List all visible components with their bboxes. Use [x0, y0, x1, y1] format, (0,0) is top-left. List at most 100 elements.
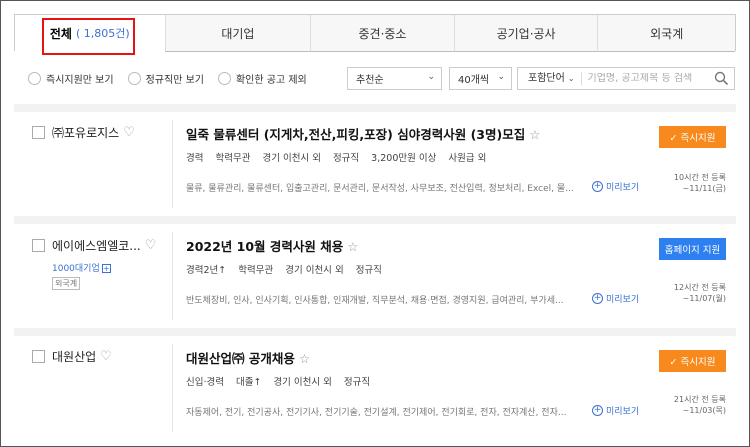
top1000-label: 1000대기업	[52, 264, 100, 274]
meta-position: 사원급 외	[448, 153, 487, 164]
chevron-down-icon: ⌄	[567, 74, 575, 83]
company-name[interactable]: 에이에스엠엘코...	[52, 237, 141, 254]
company-block: 에이에스엠엘코... ♡	[32, 237, 156, 254]
heart-icon[interactable]: ♡	[145, 238, 157, 253]
job-title-text: 일죽 물류센터 (지게차,전산,피킹,포장) 심야경력사원 (3명)모집	[186, 127, 526, 142]
section-divider	[14, 104, 736, 112]
posted-info: 21시간 전 등록 ~11/03(목)	[626, 394, 726, 416]
instant-apply-label: 즉시지원만 보기	[46, 74, 114, 86]
job-list-item: 에이에스엠엘코... ♡ 1000대기업 + 외국계 2022년 10월 경력사원…	[14, 224, 736, 328]
search-icon[interactable]	[714, 71, 729, 90]
column-divider	[172, 120, 173, 208]
deadline: ~11/03(목)	[682, 406, 726, 415]
star-icon[interactable]: ☆	[299, 351, 310, 366]
tab-all[interactable]: 전체 ( 1,805건)	[15, 15, 165, 52]
radio-circle	[28, 71, 41, 85]
meta-employment: 정규직	[355, 265, 382, 276]
meta-career: 신입·경력	[186, 377, 224, 388]
plus-icon: +	[592, 293, 603, 304]
job-meta: 경력 학력무관 경기 이천시 외 정규직 3,200만원 이상 사원급 외	[186, 150, 498, 164]
select-checkbox[interactable]	[32, 350, 45, 363]
tab-large-company-label: 대기업	[221, 26, 255, 41]
job-keywords: 물류, 물류관리, 물류센터, 입출고관리, 문서관리, 문서작성, 사무보조,…	[186, 184, 574, 194]
job-meta: 신입·경력 대졸↑ 경기 이천시 외 정규직	[186, 374, 382, 388]
tab-public[interactable]: 공기업·공사	[453, 15, 598, 52]
plus-icon: +	[592, 405, 603, 416]
meta-salary: 3,200만원 이상	[371, 153, 437, 164]
column-divider	[172, 232, 173, 320]
posted-info: 10시간 전 등록 ~11/11(금)	[626, 172, 726, 194]
per-page-select-value: 40개씩	[458, 75, 490, 86]
tab-all-count: ( 1,805건)	[75, 27, 130, 40]
meta-education: 대졸↑	[235, 377, 262, 388]
instant-apply-toggle[interactable]: 즉시지원만 보기	[28, 71, 114, 86]
deadline: ~11/11(금)	[682, 184, 726, 193]
job-title-text: 2022년 10월 경력사원 채용	[186, 239, 344, 254]
category-tabs: 전체 ( 1,805건) 대기업 중견·중소 공기업·공사 외국계	[14, 14, 736, 52]
star-icon[interactable]: ☆	[529, 127, 540, 142]
company-name[interactable]: ㈜포유로지스	[52, 124, 119, 141]
homepage-apply-button[interactable]: 홈페이지 지원	[659, 238, 726, 260]
meta-employment: 정규직	[332, 153, 360, 164]
plus-icon: +	[592, 181, 603, 192]
posted-time: 10시간 전 등록	[673, 173, 726, 182]
job-keywords: 반도체장비, 인사, 인사기획, 인사통합, 인재개발, 직무분석, 채용·면접…	[186, 296, 564, 306]
tab-public-label: 공기업·공사	[496, 26, 556, 41]
job-list-item: 대원산업 ♡ 대원산업㈜ 공개채용 ☆ 신입·경력 대졸↑ 경기 이천시 외 정규…	[14, 336, 736, 446]
sort-select[interactable]: 추천순 ⌄	[347, 67, 442, 90]
per-page-select[interactable]: 40개씩 ⌄	[449, 67, 512, 90]
radio-circle	[217, 71, 231, 85]
meta-location: 경기 이천시 외	[273, 377, 332, 388]
deadline: ~11/07(월)	[682, 294, 726, 303]
chevron-down-icon: ⌄	[497, 72, 505, 82]
meta-education: 학력무관	[238, 265, 274, 276]
job-meta: 경력2년↑ 학력무관 경기 이천시 외 정규직	[186, 262, 394, 276]
keyword-mode-select[interactable]: 포함단어 ⌄	[518, 72, 582, 85]
posted-info: 12시간 전 등록 ~11/07(월)	[626, 282, 726, 304]
keyword-mode-value: 포함단어	[528, 73, 565, 84]
search-box: 포함단어 ⌄	[517, 67, 735, 90]
select-checkbox[interactable]	[32, 126, 45, 139]
tab-all-label: 전체	[49, 26, 72, 41]
posted-time: 21시간 전 등록	[673, 395, 726, 404]
meta-employment: 정규직	[343, 377, 371, 388]
chevron-down-icon: ⌄	[427, 72, 435, 82]
radio-circle	[127, 71, 141, 85]
tab-foreign-label: 외국계	[650, 26, 684, 41]
foreign-tag: 외국계	[52, 277, 81, 290]
row-separator	[14, 216, 736, 224]
company-block: 대원산업 ♡	[32, 348, 112, 365]
posted-time: 12시간 전 등록	[673, 283, 726, 292]
job-title[interactable]: 일죽 물류센터 (지게차,전산,피킹,포장) 심야경력사원 (3명)모집 ☆	[186, 124, 540, 143]
job-title-text: 대원산업㈜ 공개채용	[186, 351, 295, 366]
company-name[interactable]: 대원산업	[52, 348, 96, 365]
tab-mid-small[interactable]: 중견·중소	[310, 15, 454, 52]
company-block: ㈜포유로지스 ♡	[32, 124, 135, 141]
exclude-viewed-toggle[interactable]: 확인한 공고 제외	[217, 71, 307, 86]
plus-icon: +	[101, 264, 111, 273]
tab-large-company[interactable]: 대기업	[164, 15, 311, 52]
row-separator	[14, 328, 736, 336]
star-icon[interactable]: ☆	[347, 239, 358, 254]
job-title[interactable]: 대원산업㈜ 공개채용 ☆	[186, 348, 310, 367]
heart-icon[interactable]: ♡	[100, 349, 112, 364]
meta-location: 경기 이천시 외	[285, 265, 344, 276]
meta-education: 학력무관	[215, 153, 251, 164]
meta-career: 경력2년↑	[186, 265, 227, 276]
heart-icon[interactable]: ♡	[123, 125, 135, 140]
instant-apply-button[interactable]: ✓ 즉시지원	[659, 350, 726, 372]
regular-only-label: 정규직만 보기	[145, 74, 204, 86]
exclude-viewed-label: 확인한 공고 제외	[235, 74, 307, 86]
meta-career: 경력	[186, 153, 204, 164]
tab-mid-small-label: 중견·중소	[358, 26, 407, 41]
tab-foreign[interactable]: 외국계	[597, 15, 736, 52]
search-input[interactable]	[587, 73, 708, 84]
column-divider	[172, 344, 173, 432]
instant-apply-button[interactable]: ✓ 즉시지원	[659, 126, 726, 148]
job-title[interactable]: 2022년 10월 경력사원 채용 ☆	[186, 236, 358, 255]
select-checkbox[interactable]	[32, 239, 45, 252]
job-keywords: 자동제어, 전기, 전기공사, 전기기사, 전기기술, 전기설계, 전기제어, …	[186, 408, 567, 418]
top1000-badge[interactable]: 1000대기업 +	[52, 261, 111, 274]
job-list-item: ㈜포유로지스 ♡ 일죽 물류센터 (지게차,전산,피킹,포장) 심야경력사원 (…	[14, 112, 736, 216]
regular-only-toggle[interactable]: 정규직만 보기	[127, 71, 204, 86]
